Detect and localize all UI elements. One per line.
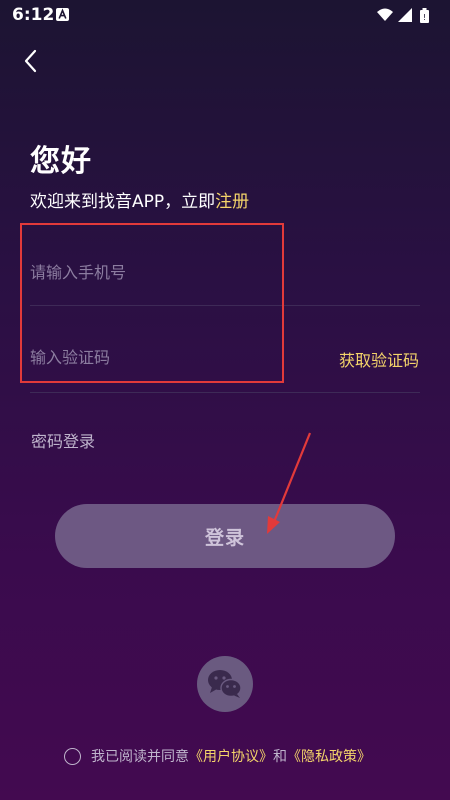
phone-input[interactable] (30, 252, 420, 292)
welcome-message: 欢迎来到找音APP，立即 (30, 192, 216, 212)
chevron-left-icon[interactable] (18, 48, 44, 74)
phone-field[interactable] (30, 252, 420, 292)
divider (30, 392, 420, 393)
agreement-row: 我已阅读并同意 《用户协议》 和 《隐私政策》 (64, 744, 371, 768)
code-field[interactable] (30, 337, 320, 377)
welcome-text: 欢迎来到找音APP，立即注册 (30, 187, 249, 212)
status-bar: 6:12 ! (0, 0, 450, 32)
signal-icon (398, 8, 412, 22)
wechat-icon (208, 670, 242, 698)
wifi-icon (377, 8, 393, 21)
page-title: 您好 (30, 144, 92, 179)
status-time: 6:12 (12, 5, 55, 25)
battery-icon: ! (420, 8, 429, 23)
verification-code-input[interactable] (30, 337, 320, 377)
agreement-and: 和 (273, 749, 287, 765)
status-icons: ! (377, 8, 429, 23)
privacy-policy-link[interactable]: 《隐私政策》 (287, 746, 371, 766)
password-login-link[interactable]: 密码登录 (31, 428, 95, 452)
register-link[interactable]: 注册 (215, 192, 249, 212)
divider (30, 305, 420, 306)
user-agreement-link[interactable]: 《用户协议》 (189, 746, 273, 766)
agree-checkbox[interactable] (64, 747, 81, 765)
a-notification-icon (56, 8, 69, 21)
agreement-prefix: 我已阅读并同意 (91, 749, 189, 765)
get-code-button[interactable]: 获取验证码 (339, 347, 419, 371)
svg-text:!: ! (423, 13, 426, 22)
wechat-login-button[interactable] (197, 656, 253, 712)
login-button[interactable]: 登录 (55, 504, 395, 568)
